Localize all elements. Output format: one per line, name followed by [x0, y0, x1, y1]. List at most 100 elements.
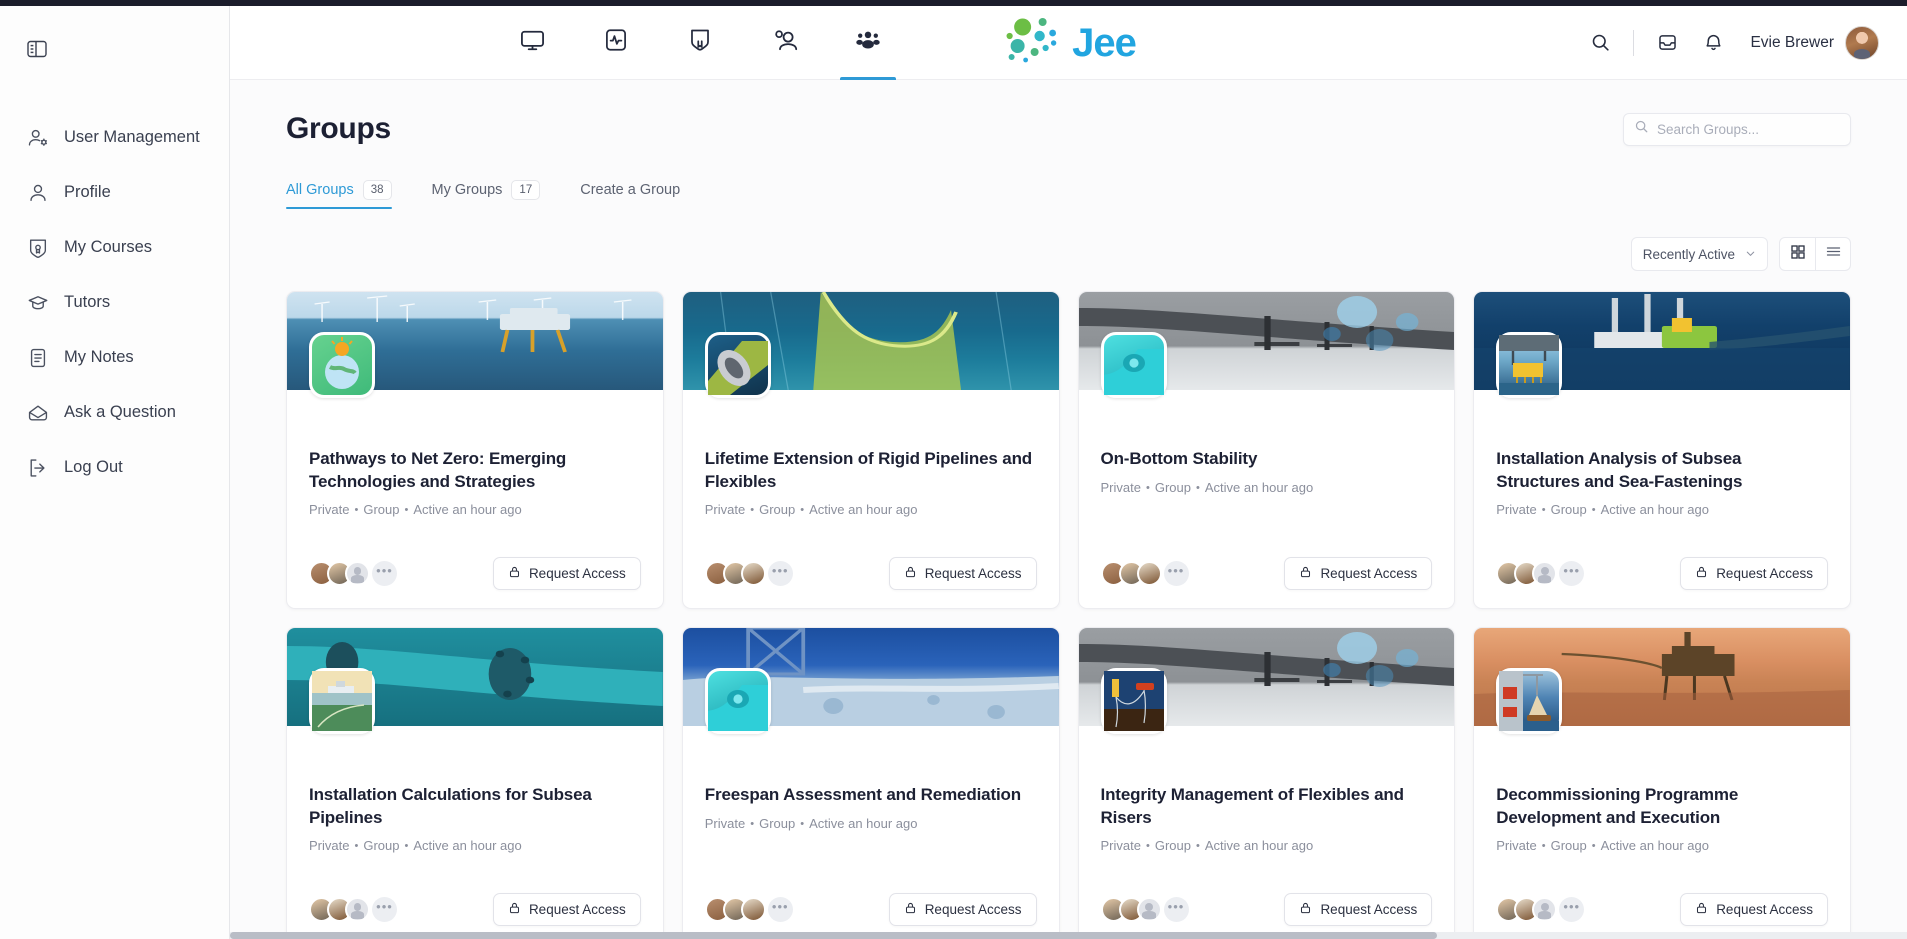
search-input[interactable] — [1657, 121, 1840, 137]
request-access-button[interactable]: Request Access — [492, 557, 641, 591]
group-card[interactable]: Lifetime Extension of Rigid Pipelines an… — [681, 291, 1060, 610]
member-avatar — [1136, 561, 1162, 587]
group-privacy: Private — [704, 502, 746, 518]
group-search-box[interactable] — [1623, 112, 1851, 146]
sidebar-item-label: Ask a Question — [64, 403, 176, 421]
content-area: Groups All Groups 38 — [230, 80, 1907, 939]
group-card[interactable]: Freespan Assessment and Remediation Priv… — [681, 627, 1060, 939]
request-access-button[interactable]: Request Access — [1680, 893, 1828, 927]
more-members-button[interactable]: ••• — [372, 561, 397, 587]
member-avatar-placeholder — [345, 561, 370, 587]
app-logo[interactable]: Jee — [1001, 14, 1137, 71]
header-nav-dashboard[interactable] — [490, 6, 574, 80]
group-meta: Private • Group • Active an hour ago — [1496, 838, 1709, 854]
group-badge-image — [1496, 668, 1563, 735]
group-card[interactable]: Decommissioning Programme Development an… — [1473, 627, 1851, 939]
request-access-button[interactable]: Request Access — [1284, 557, 1433, 591]
group-activity: Active an hour ago — [809, 815, 918, 831]
panel-toggle-icon[interactable] — [24, 36, 50, 62]
member-avatars[interactable]: ••• — [309, 561, 397, 587]
group-card[interactable]: Installation Analysis of Subsea Structur… — [1473, 291, 1851, 610]
course-badge-icon — [687, 27, 713, 58]
member-avatars[interactable]: ••• — [1100, 561, 1189, 587]
group-title: Decommissioning Programme Development an… — [1496, 785, 1739, 827]
group-privacy: Private — [1100, 479, 1141, 495]
member-avatars[interactable]: ••• — [704, 561, 793, 587]
group-card[interactable]: Integrity Management of Flexibles and Ri… — [1077, 627, 1456, 939]
sort-label: Recently Active — [1642, 246, 1735, 262]
tab-all-groups[interactable]: All Groups 38 — [286, 180, 392, 210]
member-avatars[interactable]: ••• — [704, 897, 793, 923]
group-activity: Active an hour ago — [413, 838, 522, 854]
group-title: Pathways to Net Zero: Emerging Technolog… — [309, 449, 567, 491]
header-nav-courses[interactable] — [658, 6, 742, 80]
horizontal-scrollbar[interactable] — [230, 932, 1907, 939]
member-avatars[interactable]: ••• — [309, 897, 397, 923]
sidebar-item-user-management[interactable]: User Management — [0, 110, 229, 165]
request-access-label: Request Access — [1320, 902, 1418, 918]
more-members-button[interactable]: ••• — [767, 561, 793, 587]
sidebar-item-my-notes[interactable]: My Notes — [0, 330, 229, 385]
lock-icon — [904, 565, 917, 582]
sidebar: User Management Profile My Courses Tutor… — [0, 6, 230, 939]
sidebar-item-profile[interactable]: Profile — [0, 165, 229, 220]
tab-create-a-group[interactable]: Create a Group — [580, 182, 680, 207]
chevron-down-icon — [1745, 247, 1756, 262]
group-activity: Active an hour ago — [1204, 479, 1314, 495]
header-nav-people[interactable] — [742, 6, 826, 80]
tab-my-groups[interactable]: My Groups 17 — [432, 180, 541, 209]
sidebar-item-label: My Courses — [64, 238, 153, 256]
group-meta: Private • Group • Active an hour ago — [704, 502, 918, 518]
more-members-button[interactable]: ••• — [1559, 561, 1585, 587]
group-card[interactable]: On-Bottom Stability Private • Group • Active… — [1077, 291, 1456, 610]
group-activity: Active an hour ago — [1204, 838, 1314, 854]
request-access-button[interactable]: Request Access — [888, 557, 1037, 591]
view-mode-toggle — [1779, 237, 1851, 272]
sidebar-item-my-courses[interactable]: My Courses — [0, 220, 229, 275]
avatar[interactable] — [1845, 25, 1879, 60]
scrollbar-thumb[interactable] — [230, 932, 1438, 939]
sidebar-item-ask-a-question[interactable]: Ask a Question — [0, 385, 229, 440]
request-access-button[interactable]: Request Access — [888, 893, 1037, 927]
sidebar-item-tutors[interactable]: Tutors — [0, 275, 229, 330]
group-title: Installation Calculations for Subsea Pip… — [309, 785, 592, 827]
request-access-button[interactable]: Request Access — [1284, 893, 1433, 927]
member-avatars[interactable]: ••• — [1496, 561, 1585, 587]
lock-icon — [1299, 901, 1312, 918]
group-type: Group — [759, 815, 796, 831]
group-card[interactable]: Installation Calculations for Subsea Pip… — [286, 627, 664, 939]
grid-view-button[interactable] — [1780, 238, 1815, 270]
request-access-button[interactable]: Request Access — [1680, 557, 1828, 591]
bell-icon[interactable] — [1690, 20, 1736, 66]
more-members-button[interactable]: ••• — [1163, 897, 1189, 923]
sidebar-item-label: Profile — [64, 183, 111, 201]
search-icon[interactable] — [1577, 20, 1623, 66]
more-members-button[interactable]: ••• — [1163, 561, 1189, 587]
lock-icon — [1695, 901, 1708, 918]
group-card[interactable]: Pathways to Net Zero: Emerging Technolog… — [286, 291, 664, 610]
more-members-button[interactable]: ••• — [372, 897, 397, 923]
tab-label: My Groups — [431, 182, 503, 199]
sidebar-item-log-out[interactable]: Log Out — [0, 440, 229, 495]
inbox-icon[interactable] — [1644, 20, 1690, 66]
list-view-button[interactable] — [1815, 238, 1850, 271]
group-privacy: Private — [1496, 502, 1537, 518]
list-icon — [1825, 243, 1842, 265]
header-nav-groups[interactable] — [826, 6, 910, 80]
group-badge-image — [309, 332, 375, 399]
sort-dropdown[interactable]: Recently Active — [1630, 237, 1768, 272]
member-avatar-placeholder — [345, 897, 370, 923]
tab-badge: 17 — [511, 180, 541, 201]
request-access-label: Request Access — [1716, 566, 1813, 582]
request-access-button[interactable]: Request Access — [492, 893, 641, 927]
group-people-icon — [855, 27, 881, 58]
more-members-button[interactable]: ••• — [1559, 897, 1585, 923]
group-meta: Private • Group • Active an hour ago — [1100, 838, 1314, 854]
member-avatars[interactable]: ••• — [1496, 897, 1585, 923]
tab-label: All Groups — [286, 182, 354, 199]
more-members-button[interactable]: ••• — [767, 897, 793, 923]
member-avatars[interactable]: ••• — [1100, 897, 1189, 923]
request-access-label: Request Access — [1320, 566, 1418, 582]
header-nav-activity[interactable] — [574, 6, 658, 80]
sidebar-nav: User Management Profile My Courses Tutor… — [0, 110, 229, 495]
